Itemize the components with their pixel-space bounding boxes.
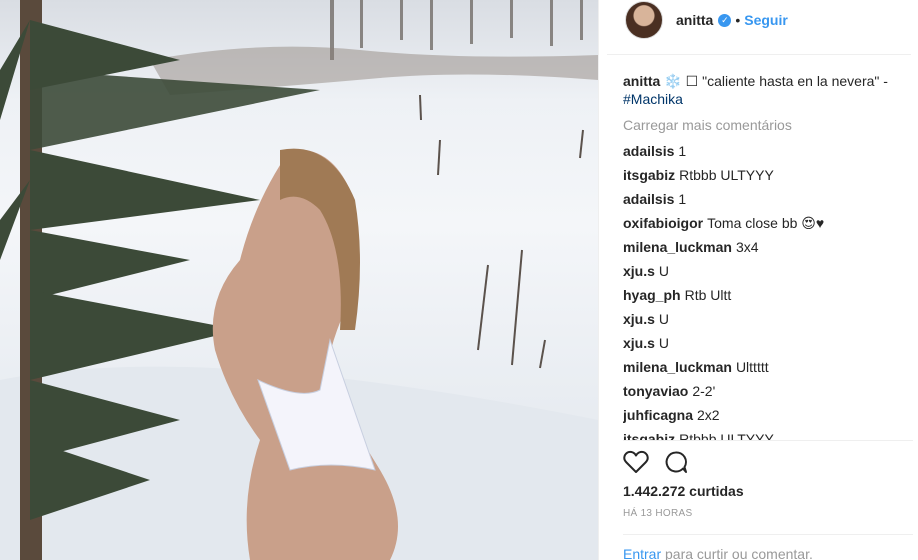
footer-divider [623, 534, 913, 535]
caption-hashtag[interactable]: #Machika [623, 91, 683, 107]
comment-username[interactable]: milena_luckman [623, 359, 732, 375]
photo-scene [0, 0, 598, 560]
comment-item: xju.s U [623, 262, 913, 280]
comment-username[interactable]: adailsis [623, 143, 674, 159]
comment-item: adailsis 1 [623, 142, 913, 160]
action-bar [623, 450, 703, 474]
comment-username[interactable]: itsgabiz [623, 431, 675, 440]
comment-item: adailsis 1 [623, 190, 913, 208]
comment-username[interactable]: hyag_ph [623, 287, 681, 303]
comment-username[interactable]: oxifabioigor [623, 215, 703, 231]
post-caption: anitta ❄️ ☐ "caliente hasta en la nevera"… [623, 72, 913, 108]
comment-item: juhficagna 2x2 [623, 406, 913, 424]
comment-text: Rtb Ultt [684, 287, 732, 303]
comment-username[interactable]: tonyaviao [623, 383, 688, 399]
comment-item: itsgabiz Rtbbb ULTYYY [623, 430, 913, 440]
comment-item: xju.s U [623, 334, 913, 352]
header-divider [607, 54, 911, 55]
login-prompt-text: para curtir ou comentar. [661, 546, 813, 560]
comment-text: 1 [678, 191, 687, 207]
comment-item: oxifabioigor Toma close bb 😍♥ [623, 214, 913, 232]
comment-text: Rtbbb ULTYYY [679, 431, 774, 440]
comment-item: xju.s U [623, 310, 913, 328]
likes-count[interactable]: 1.442.272 curtidas [623, 483, 744, 499]
heart-icon[interactable] [623, 450, 649, 474]
avatar[interactable] [625, 1, 663, 39]
comment-username[interactable]: xju.s [623, 311, 655, 327]
comment-username[interactable]: adailsis [623, 191, 674, 207]
comments-list[interactable]: anitta ❄️ ☐ "caliente hasta en la nevera"… [623, 72, 913, 440]
comment-username[interactable]: milena_luckman [623, 239, 732, 255]
comment-item: hyag_ph Rtb Ultt [623, 286, 913, 304]
login-link[interactable]: Entrar [623, 546, 661, 560]
comment-icon[interactable] [663, 450, 689, 474]
twigs [419, 94, 584, 369]
comment-username[interactable]: xju.s [623, 335, 655, 351]
comment-text: U [658, 335, 670, 351]
comment-items: adailsis 1 itsgabiz Rtbbb ULTYYY adailsis 1 ox… [623, 142, 913, 440]
post-timestamp[interactable]: HÁ 13 HORAS [623, 508, 692, 519]
post-username[interactable]: anitta [676, 12, 713, 28]
comment-text: U [658, 263, 670, 279]
comments-divider [623, 440, 913, 441]
comment-text: 2-2' [692, 383, 716, 399]
login-prompt: Entrar para curtir ou comentar. [623, 546, 813, 560]
comment-item: milena_luckman 3x4 [623, 238, 913, 256]
comment-text: U [658, 311, 670, 327]
post-sidebar: anitta ✓ • Seguir anitta ❄️ ☐ "caliente h… [598, 0, 918, 560]
post-header: anitta ✓ • Seguir [599, 0, 918, 40]
post-photo[interactable] [0, 0, 598, 560]
caption-text: ❄️ ☐ "caliente hasta en la nevera" - [664, 73, 888, 89]
comment-text: Ulttttt [735, 359, 769, 375]
caption-username[interactable]: anitta [623, 73, 660, 89]
separator-dot: • [735, 12, 741, 28]
comment-item: milena_luckman Ulttttt [623, 358, 913, 376]
comment-text: 1 [678, 143, 687, 159]
comment-text: 2x2 [697, 407, 720, 423]
load-more-comments-button[interactable]: Carregar mais comentários [623, 116, 913, 134]
comment-text: Toma close bb 😍♥ [707, 215, 825, 231]
comment-item: tonyaviao 2-2' [623, 382, 913, 400]
comment-text: 3x4 [735, 239, 759, 255]
comment-text: Rtbbb ULTYYY [679, 167, 774, 183]
comment-username[interactable]: juhficagna [623, 407, 693, 423]
comment-username[interactable]: xju.s [623, 263, 655, 279]
comment-item: itsgabiz Rtbbb ULTYYY [623, 166, 913, 184]
verified-badge-icon: ✓ [718, 13, 732, 27]
comment-username[interactable]: itsgabiz [623, 167, 675, 183]
follow-button[interactable]: Seguir [744, 12, 788, 28]
